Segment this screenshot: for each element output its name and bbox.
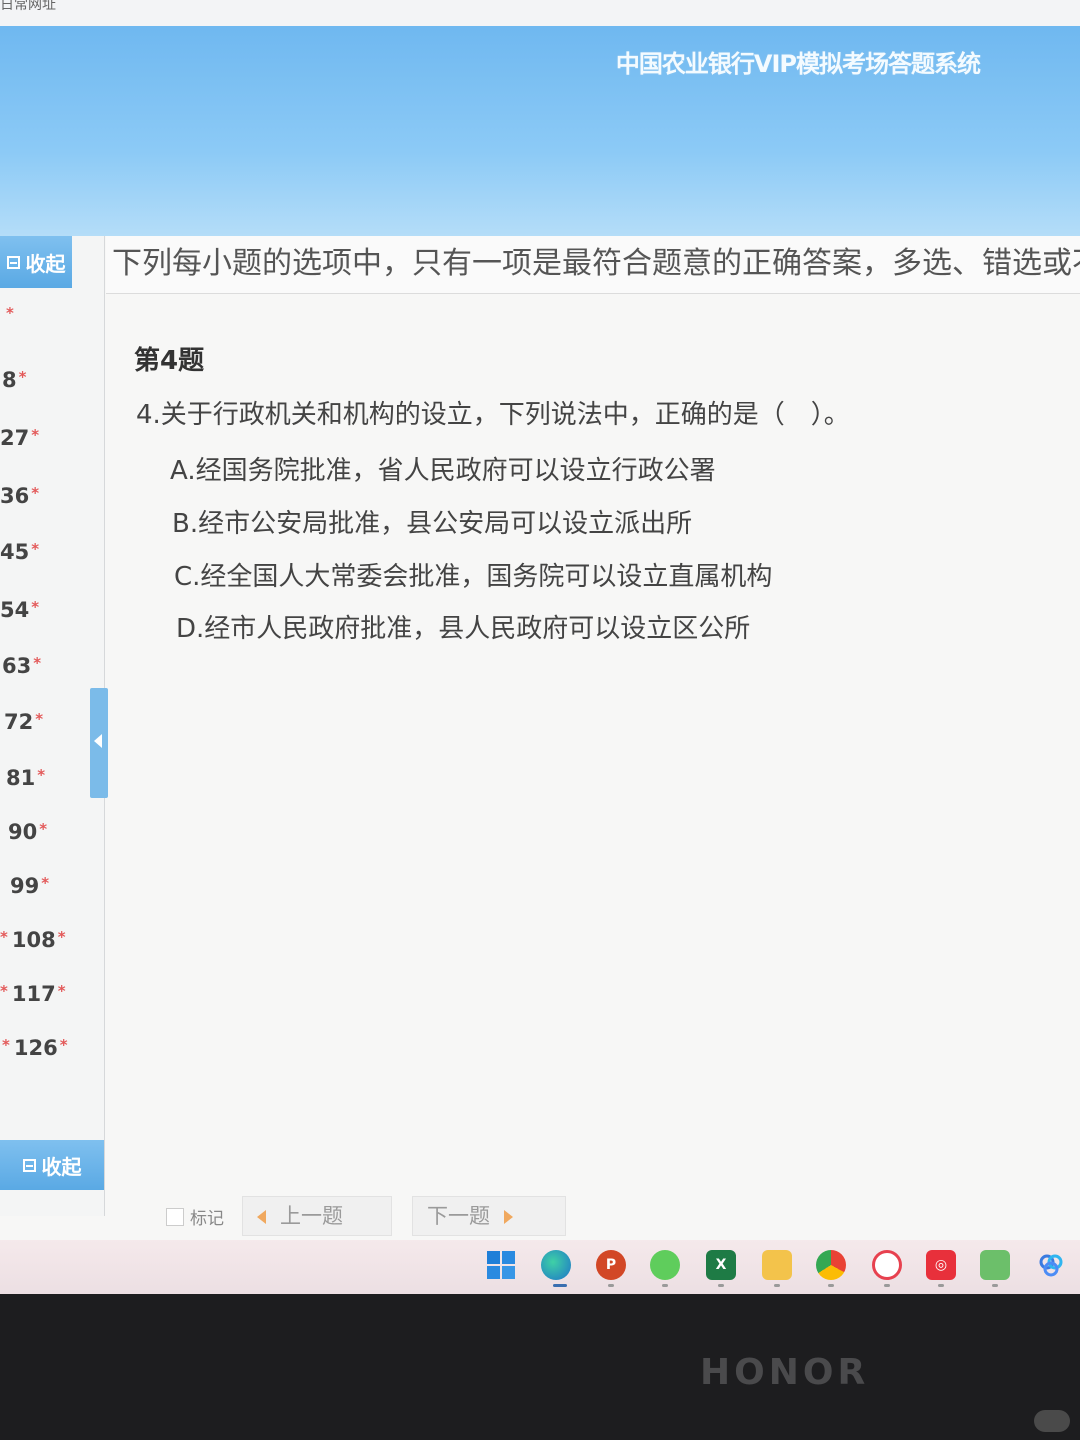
header-banner: 中国农业银行VIP模拟考场答题系统 (0, 26, 1080, 236)
mark-label: 标记 (190, 1209, 224, 1229)
prev-label: 上一题 (280, 1204, 343, 1228)
netease-music-icon[interactable]: ◎ (926, 1250, 956, 1280)
question-number-item[interactable]: 36 * (0, 484, 39, 508)
remote-desktop-icon[interactable] (980, 1250, 1010, 1280)
file-explorer-icon[interactable] (762, 1250, 792, 1280)
next-label: 下一题 (427, 1204, 490, 1228)
collapse-label: 收起 (41, 1154, 82, 1179)
app-title: 中国农业银行VIP模拟考场答题系统 (615, 50, 981, 78)
prev-question-button[interactable]: 上一题 (242, 1196, 392, 1236)
instruction-text: 下列每小题的选项中，只有一项是最符合题意的正确答案，多选、错选或不 (106, 236, 1080, 294)
mark-checkbox[interactable]: 标记 (166, 1204, 224, 1229)
laptop-bezel (0, 1294, 1080, 1440)
collapse-bottom-button[interactable]: 收起 (0, 1140, 104, 1190)
next-question-button[interactable]: 下一题 (412, 1196, 566, 1236)
browser-bookmark-bar: 日常网址 (0, 0, 1080, 26)
exam-screen: 收起 * 8 * 27 * 36 * 45 * 54 * 63 * 72 * 81 * 90 * … (0, 236, 1080, 1240)
question-number-item[interactable]: * 117 * (0, 982, 66, 1006)
option-b[interactable]: B.经市公安局批准，县公安局可以设立派出所 (172, 503, 692, 540)
question-number-item[interactable]: 72 * (4, 710, 43, 734)
question-number-item[interactable]: 27 * (0, 426, 39, 450)
question-text: 4.关于行政机关和机构的设立，下列说法中，正确的是（ ）。 (136, 400, 850, 430)
arrow-right-icon (504, 1210, 513, 1224)
question-number-item[interactable]: 45 * (0, 540, 39, 564)
wechat-icon[interactable] (650, 1250, 680, 1280)
question-heading: 第4题 (134, 346, 205, 376)
collapse-icon (22, 1158, 36, 1172)
question-number-item[interactable]: 99 * (10, 874, 49, 898)
collapse-top-button[interactable]: 收起 (0, 236, 72, 288)
baidu-netdisk-icon[interactable] (1036, 1250, 1066, 1280)
device-brand-logo: HONOR (700, 1352, 870, 1393)
powerpoint-icon[interactable]: P (596, 1250, 626, 1280)
edge-browser-icon[interactable] (541, 1250, 571, 1280)
checkbox-icon (166, 1207, 184, 1226)
question-number-item[interactable]: 8 * (2, 368, 26, 392)
question-panel: 第4题 4.关于行政机关和机构的设立，下列说法中，正确的是（ ）。 A.经国务院… (106, 296, 1080, 1216)
windows-taskbar: P X ◎ (0, 1240, 1080, 1294)
question-number-item[interactable]: 81 * (6, 766, 45, 790)
quark-icon[interactable] (872, 1250, 902, 1280)
watermark-badge (1034, 1410, 1070, 1432)
chrome-icon[interactable] (816, 1250, 846, 1280)
question-number-item[interactable]: * 108 * (0, 928, 66, 952)
arrow-left-icon (257, 1210, 266, 1224)
collapse-label: 收起 (25, 251, 66, 276)
chevron-left-icon (94, 734, 102, 748)
question-number-item[interactable]: * 126 * (2, 1036, 68, 1060)
question-number-item[interactable]: 90 * (8, 820, 47, 844)
option-a[interactable]: A.经国务院批准，省人民政府可以设立行政公署 (170, 450, 716, 487)
option-c[interactable]: C.经全国人大常委会批准，国务院可以设立直属机构 (174, 556, 772, 593)
question-nav-controls: 标记 上一题 下一题 (106, 1196, 806, 1236)
option-d[interactable]: D.经市人民政府批准，县人民政府可以设立区公所 (176, 608, 750, 645)
excel-icon[interactable]: X (706, 1250, 736, 1280)
windows-start-icon[interactable] (486, 1250, 516, 1280)
sidebar-star-top: * (6, 304, 14, 322)
bookmark-item[interactable]: 日常网址 (0, 0, 56, 12)
question-number-item[interactable]: 54 * (0, 598, 39, 622)
question-number-item[interactable]: 63 * (2, 654, 41, 678)
collapse-icon (6, 255, 20, 269)
